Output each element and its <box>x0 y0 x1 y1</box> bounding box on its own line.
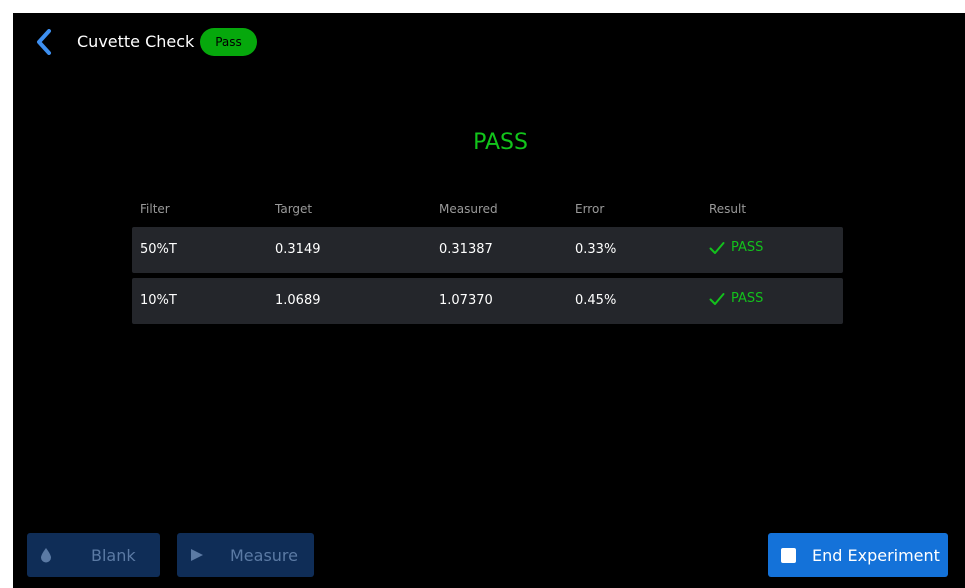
droplet-icon <box>40 533 52 577</box>
app-screen: Cuvette Check Pass PASS Filter Target Me… <box>13 13 965 588</box>
column-header-target: Target <box>275 202 313 216</box>
back-button[interactable] <box>31 27 57 57</box>
cell-error: 0.45% <box>575 293 617 308</box>
cell-result: PASS <box>709 240 763 255</box>
status-badge: Pass <box>200 28 257 56</box>
cell-result: PASS <box>709 291 763 306</box>
table-row: 50%T 0.3149 0.31387 0.33% PASS <box>132 227 843 273</box>
end-experiment-label: End Experiment <box>812 545 940 565</box>
measure-button[interactable]: Measure <box>177 533 314 577</box>
column-header-measured: Measured <box>439 202 498 216</box>
cell-filter: 50%T <box>140 242 177 257</box>
cell-target: 0.3149 <box>275 242 321 257</box>
end-experiment-button[interactable]: End Experiment <box>768 533 948 577</box>
checkmark-icon <box>709 241 725 254</box>
column-header-error: Error <box>575 202 605 216</box>
cell-measured: 1.07370 <box>439 293 493 308</box>
stop-square-icon <box>781 533 796 577</box>
cell-filter: 10%T <box>140 293 177 308</box>
blank-button-label: Blank <box>91 545 136 565</box>
cell-error: 0.33% <box>575 242 617 257</box>
measure-button-label: Measure <box>230 545 298 565</box>
column-header-filter: Filter <box>140 202 170 216</box>
table-row: 10%T 1.0689 1.07370 0.45% PASS <box>132 278 843 324</box>
result-heading: PASS <box>473 130 528 155</box>
result-label: PASS <box>731 240 764 255</box>
play-icon <box>190 533 204 577</box>
blank-button[interactable]: Blank <box>27 533 160 577</box>
checkmark-icon <box>709 292 725 305</box>
cell-target: 1.0689 <box>275 293 321 308</box>
result-label: PASS <box>731 291 764 306</box>
cell-measured: 0.31387 <box>439 242 493 257</box>
chevron-left-icon <box>37 29 51 55</box>
page-title: Cuvette Check <box>77 32 195 51</box>
column-header-result: Result <box>709 202 747 216</box>
